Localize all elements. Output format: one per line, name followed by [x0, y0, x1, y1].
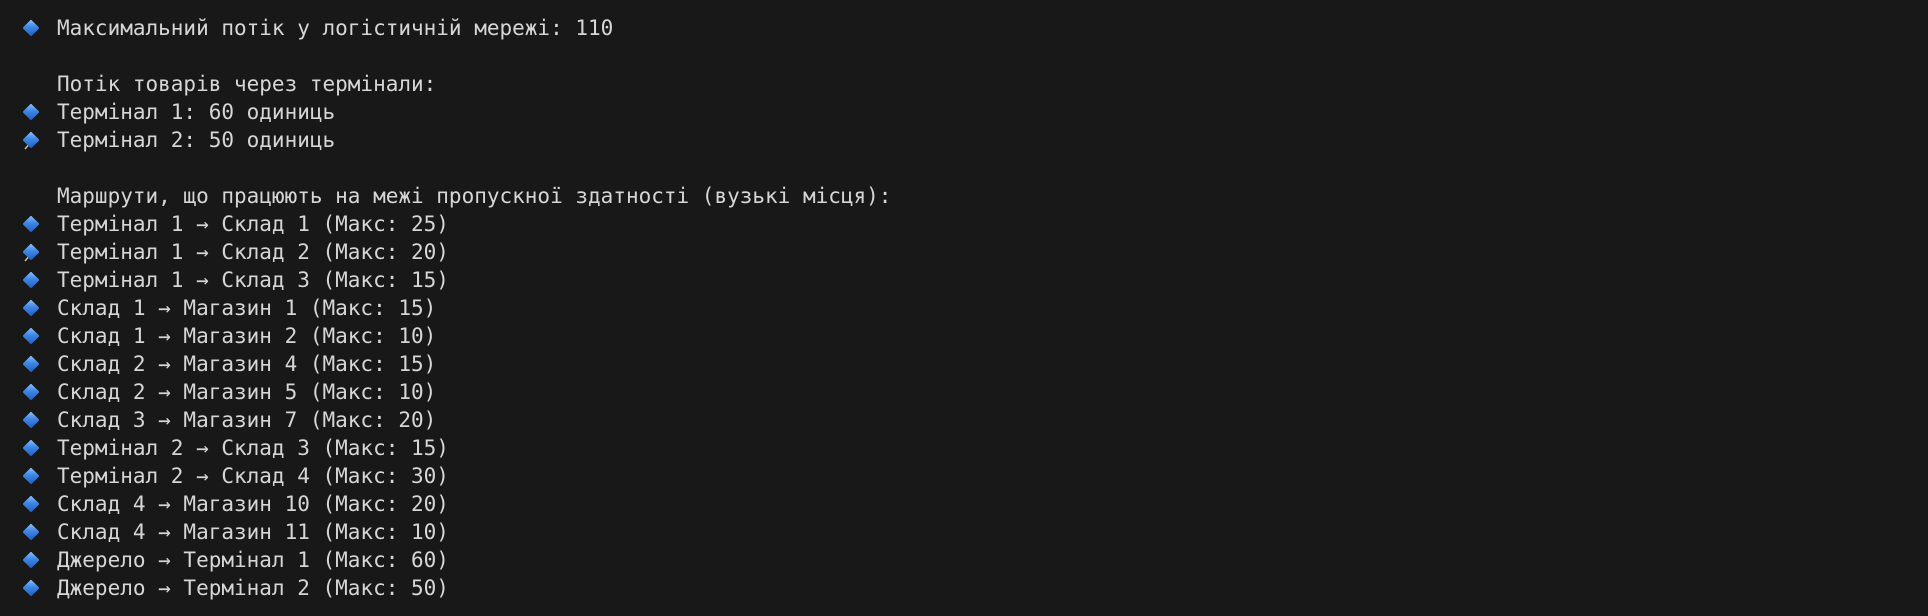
pushpin-icon: [22, 187, 40, 262]
list-item: Термінал 1 → Склад 2 (Макс: 20): [22, 238, 1928, 266]
list-item: Склад 1 → Магазин 2 (Макс: 10): [22, 322, 1928, 350]
list-item: Склад 3 → Магазин 7 (Макс: 20): [22, 406, 1928, 434]
blue-diamond-icon: [22, 299, 40, 317]
route-text: Склад 1 → Магазин 2 (Макс: 10): [57, 324, 437, 348]
blue-diamond-icon: [22, 579, 40, 597]
list-item: Термінал 1: 60 одиниць: [22, 98, 1928, 126]
route-text: Джерело → Термінал 1 (Макс: 60): [57, 548, 449, 572]
terminals-heading: Потік товарів через термінали:: [57, 72, 437, 96]
route-text: Склад 4 → Магазин 10 (Макс: 20): [57, 492, 449, 516]
route-text: Склад 4 → Магазин 11 (Макс: 10): [57, 520, 449, 544]
list-item: Джерело → Термінал 2 (Макс: 50): [22, 574, 1928, 602]
list-item: Термінал 2: 50 одиниць: [22, 126, 1928, 154]
blue-diamond-icon: [22, 523, 40, 541]
max-flow-line: Максимальний потік у логістичній мережі:…: [22, 14, 1928, 42]
route-text: Джерело → Термінал 2 (Макс: 50): [57, 576, 449, 600]
blue-diamond-icon: [22, 411, 40, 429]
blue-diamond-icon: [22, 327, 40, 345]
route-text: Термінал 1 → Склад 3 (Макс: 15): [57, 268, 449, 292]
max-flow-text: Максимальний потік у логістичній мережі:…: [57, 16, 614, 40]
route-text: Склад 3 → Магазин 7 (Макс: 20): [57, 408, 437, 432]
blue-diamond-icon: [22, 19, 40, 37]
pushpin-icon: [22, 75, 40, 150]
list-item: Термінал 1 → Склад 3 (Макс: 15): [22, 266, 1928, 294]
route-text: Термінал 1 → Склад 1 (Макс: 25): [57, 212, 449, 236]
list-item: Склад 2 → Магазин 4 (Макс: 15): [22, 350, 1928, 378]
list-item: Термінал 2 → Склад 3 (Макс: 15): [22, 434, 1928, 462]
terminal-flow-text: Термінал 2: 50 одиниць: [57, 128, 336, 152]
blue-diamond-icon: [22, 551, 40, 569]
blue-diamond-icon: [22, 131, 40, 149]
blue-diamond-icon: [22, 495, 40, 513]
terminals-heading-line: Потік товарів через термінали:: [22, 70, 1928, 150]
route-text: Склад 1 → Магазин 1 (Макс: 15): [57, 296, 437, 320]
blue-diamond-icon: [22, 103, 40, 121]
list-item: Термінал 2 → Склад 4 (Макс: 30): [22, 462, 1928, 490]
bottlenecks-heading: Маршрути, що працюють на межі пропускної…: [57, 184, 892, 208]
bottlenecks-heading-line: Маршрути, що працюють на межі пропускної…: [22, 182, 1928, 262]
blue-diamond-icon: [22, 383, 40, 401]
list-item: Склад 2 → Магазин 5 (Макс: 10): [22, 378, 1928, 406]
list-item: Склад 4 → Магазин 11 (Макс: 10): [22, 518, 1928, 546]
list-item: Джерело → Термінал 1 (Макс: 60): [22, 546, 1928, 574]
blue-diamond-icon: [22, 355, 40, 373]
list-item: Склад 4 → Магазин 10 (Макс: 20): [22, 490, 1928, 518]
route-text: Термінал 2 → Склад 4 (Макс: 30): [57, 464, 449, 488]
blue-diamond-icon: [22, 215, 40, 233]
terminal-output: Максимальний потік у логістичній мережі:…: [0, 0, 1928, 616]
blue-diamond-icon: [22, 439, 40, 457]
route-text: Термінал 2 → Склад 3 (Макс: 15): [57, 436, 449, 460]
blue-diamond-icon: [22, 243, 40, 261]
list-item: Термінал 1 → Склад 1 (Макс: 25): [22, 210, 1928, 238]
route-text: Термінал 1 → Склад 2 (Макс: 20): [57, 240, 449, 264]
list-item: Склад 1 → Магазин 1 (Макс: 15): [22, 294, 1928, 322]
blue-diamond-icon: [22, 467, 40, 485]
route-text: Склад 2 → Магазин 5 (Макс: 10): [57, 380, 437, 404]
route-text: Склад 2 → Магазин 4 (Макс: 15): [57, 352, 437, 376]
blue-diamond-icon: [22, 271, 40, 289]
terminal-flow-text: Термінал 1: 60 одиниць: [57, 100, 336, 124]
